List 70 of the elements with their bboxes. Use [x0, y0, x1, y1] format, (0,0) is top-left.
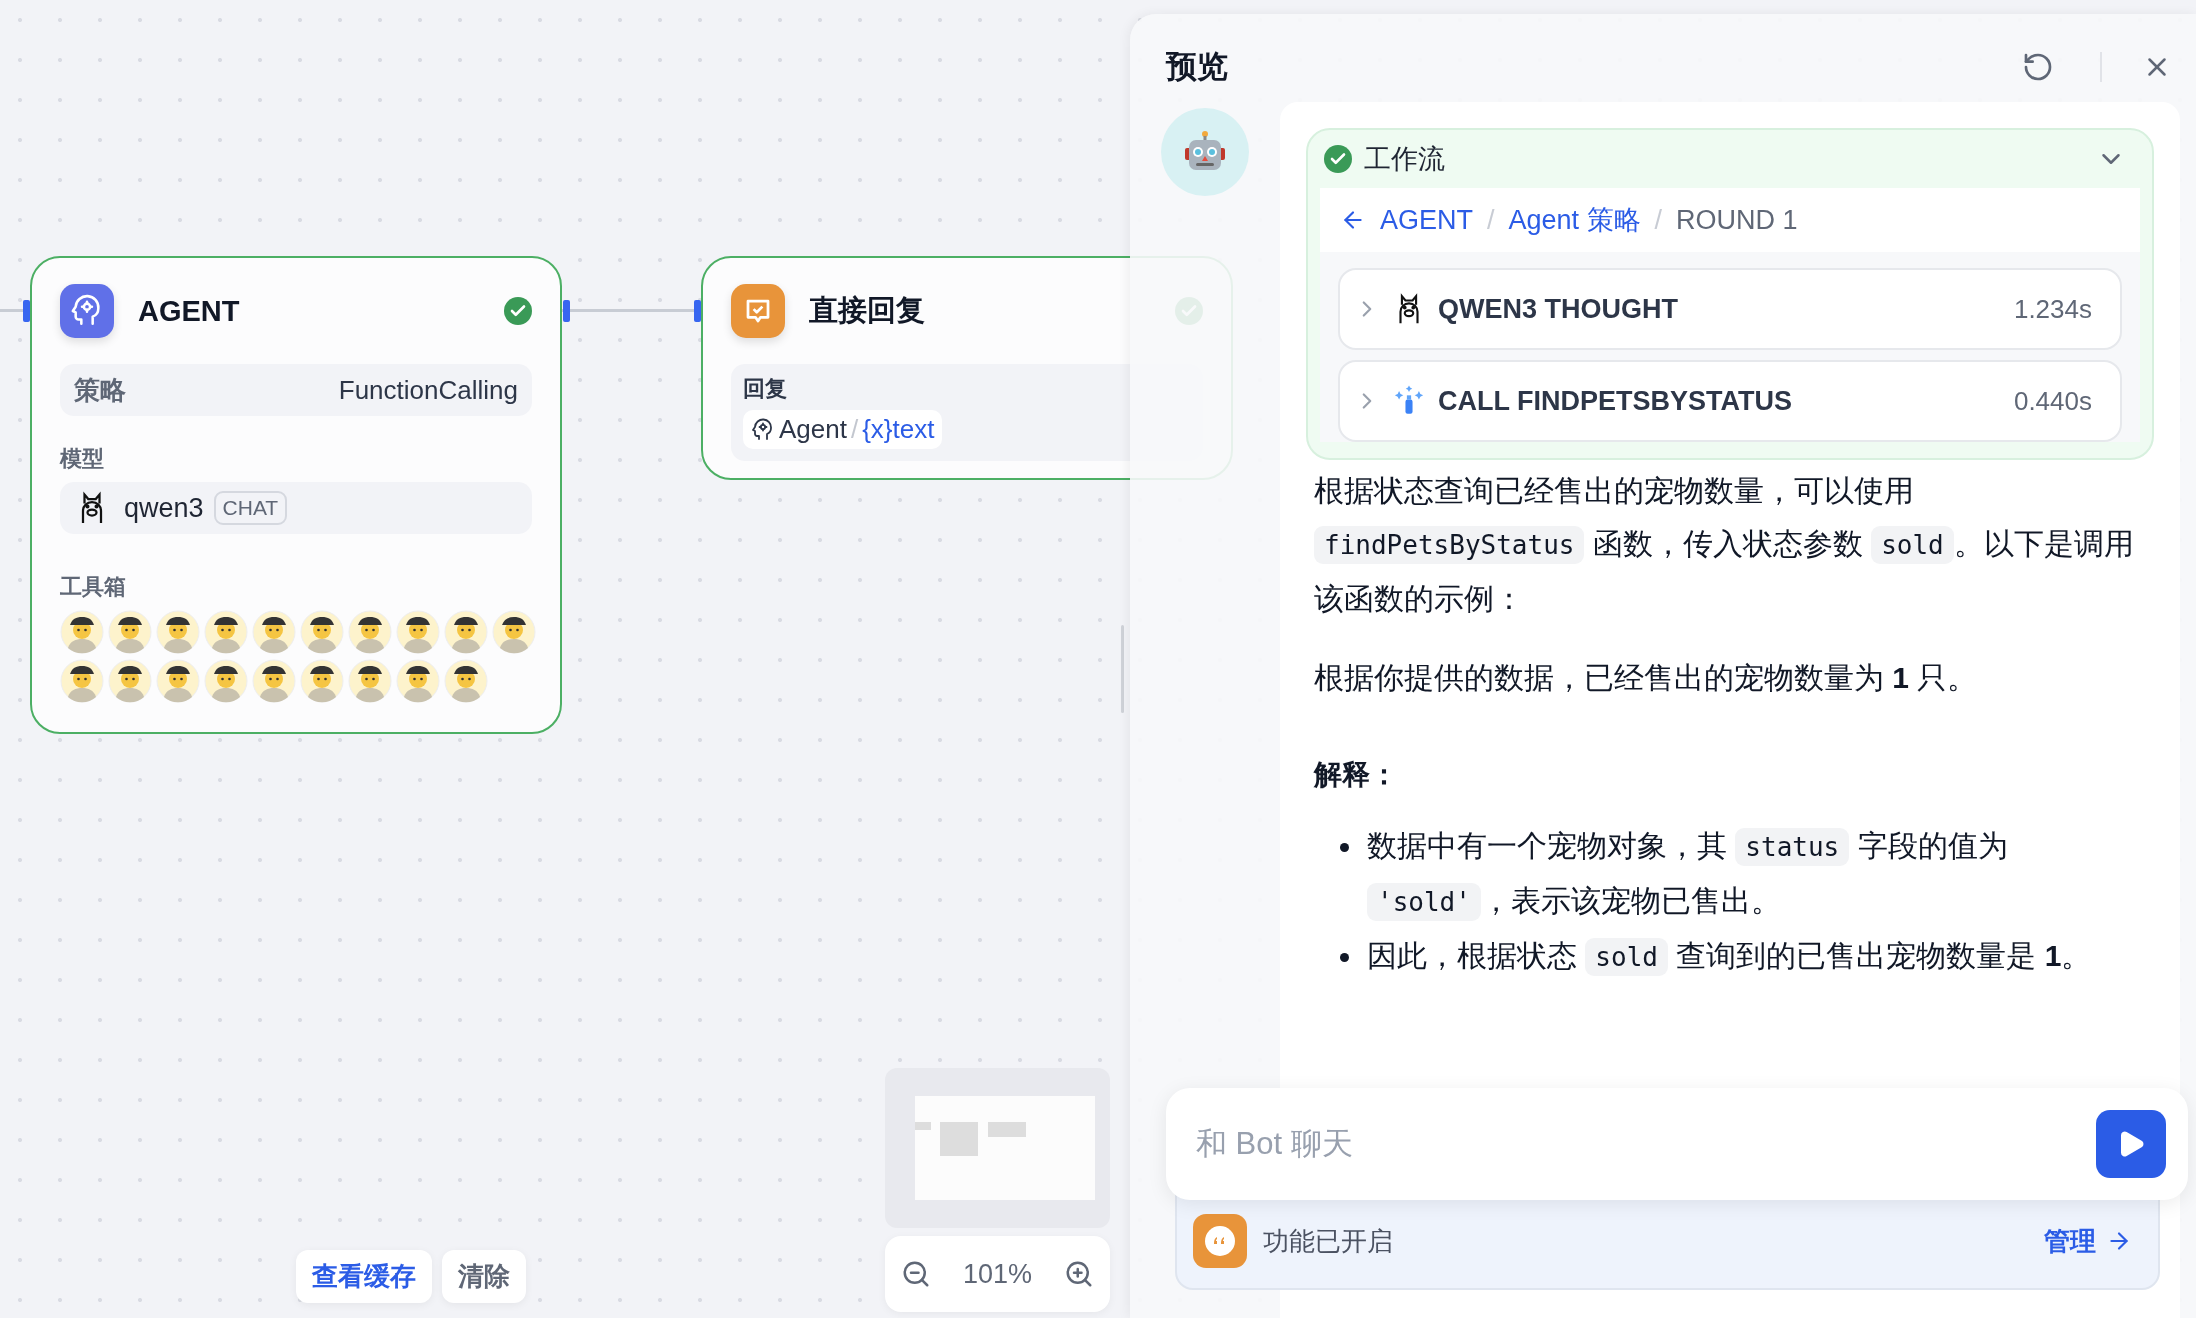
variable-separator: / — [850, 414, 859, 445]
quote-icon — [1193, 1214, 1247, 1268]
model-label: 模型 — [60, 445, 105, 473]
detective-icon — [492, 610, 536, 654]
canvas-button[interactable]: 清除 — [442, 1250, 526, 1303]
breadcrumb-separator: / — [1487, 204, 1495, 236]
detective-icon — [300, 610, 344, 654]
chat-check-icon — [731, 284, 785, 338]
list-item-text: 数据中有一个宠物对象，其 status 字段的值为 'sold' ，表示该宠物已售出。 — [1367, 819, 2154, 929]
detective-icon — [108, 659, 152, 703]
variable-name: {x}text — [862, 414, 935, 445]
node-title: AGENT — [138, 294, 241, 328]
detective-icon — [108, 610, 152, 654]
agent-node[interactable]: AGENT 策略 FunctionCalling 模型 qwen3 CHAT 工具箱 — [30, 256, 562, 734]
brain-gear-icon — [751, 417, 775, 442]
bullet-dot — [1340, 843, 1349, 852]
canvas-button[interactable]: 查看缓存 — [296, 1250, 432, 1303]
refresh-icon[interactable] — [2022, 51, 2054, 83]
breadcrumb-link[interactable]: ROUND 1 — [1676, 204, 1798, 236]
resize-handle[interactable] — [1121, 625, 1124, 713]
reply-label: 回复 — [743, 375, 788, 403]
output-handle[interactable] — [563, 300, 570, 322]
brain-gear-icon — [60, 284, 114, 338]
detective-icon — [252, 610, 296, 654]
zoom-level: 101% — [962, 1258, 1032, 1290]
detective-icon — [156, 610, 200, 654]
detective-icon — [444, 659, 488, 703]
strategy-value: FunctionCalling — [338, 374, 518, 406]
manage-link[interactable]: 管理 — [2044, 1214, 2132, 1268]
list-item-text: 因此，根据状态 sold 查询到的已售出宠物数量是 1。 — [1367, 929, 2092, 984]
breadcrumb-separator: / — [1654, 204, 1663, 236]
detective-icon — [348, 610, 392, 654]
toolbox-label: 工具箱 — [60, 573, 127, 601]
message-paragraph: 根据状态查询已经售出的宠物数量，可以使用 findPetsByStatus 函数，传入状态参数 sold 。以下是调用该函数的示例： — [1314, 473, 2135, 617]
input-handle[interactable] — [23, 300, 30, 322]
detective-icon — [396, 610, 440, 654]
detective-icon — [204, 610, 248, 654]
detective-icon — [60, 610, 104, 654]
step-label: QWEN3 THOUGHT — [1438, 293, 1679, 325]
step-time: 0.440s — [2013, 385, 2092, 417]
detective-icon — [156, 659, 200, 703]
detective-icon — [252, 659, 296, 703]
detective-icon — [396, 659, 440, 703]
detective-icon — [204, 659, 248, 703]
detective-icon — [444, 610, 488, 654]
variable-source: Agent — [779, 414, 847, 445]
step-row[interactable]: QWEN3 THOUGHT 1.234s — [1338, 268, 2122, 350]
bullet-dot — [1340, 953, 1349, 962]
breadcrumb-link[interactable]: Agent 策略 — [1508, 202, 1641, 238]
model-name: qwen3 — [124, 492, 204, 524]
panel-title: 预览 — [1166, 48, 1229, 86]
zoom-in-icon[interactable] — [1064, 1259, 1094, 1289]
detective-icon — [60, 659, 104, 703]
send-button[interactable] — [2096, 1110, 2166, 1178]
detective-icon — [300, 659, 344, 703]
message-heading: 解释： — [1314, 758, 1399, 792]
step-time: 1.234s — [2013, 293, 2092, 325]
step-row[interactable]: CALL FINDPETSBYSTATUS 0.440s — [1338, 360, 2122, 442]
strategy-label: 策略 — [74, 373, 126, 407]
feature-status: 功能已开启 — [1263, 1225, 1394, 1258]
zoom-out-icon[interactable] — [901, 1259, 931, 1289]
breadcrumb-link[interactable]: AGENT — [1380, 204, 1473, 236]
message-paragraph: 根据你提供的数据，已经售出的宠物数量为 1 只。 — [1314, 660, 1979, 696]
model-tag: CHAT — [213, 491, 288, 525]
input-handle[interactable] — [694, 300, 701, 322]
detective-icon — [348, 659, 392, 703]
step-label: CALL FINDPETSBYSTATUS — [1438, 385, 1793, 417]
chat-input[interactable]: 和 Bot 聊天 — [1194, 1125, 2096, 1163]
node-title: 直接回复 — [809, 293, 926, 328]
workflow-title: 工作流 — [1364, 143, 1446, 176]
